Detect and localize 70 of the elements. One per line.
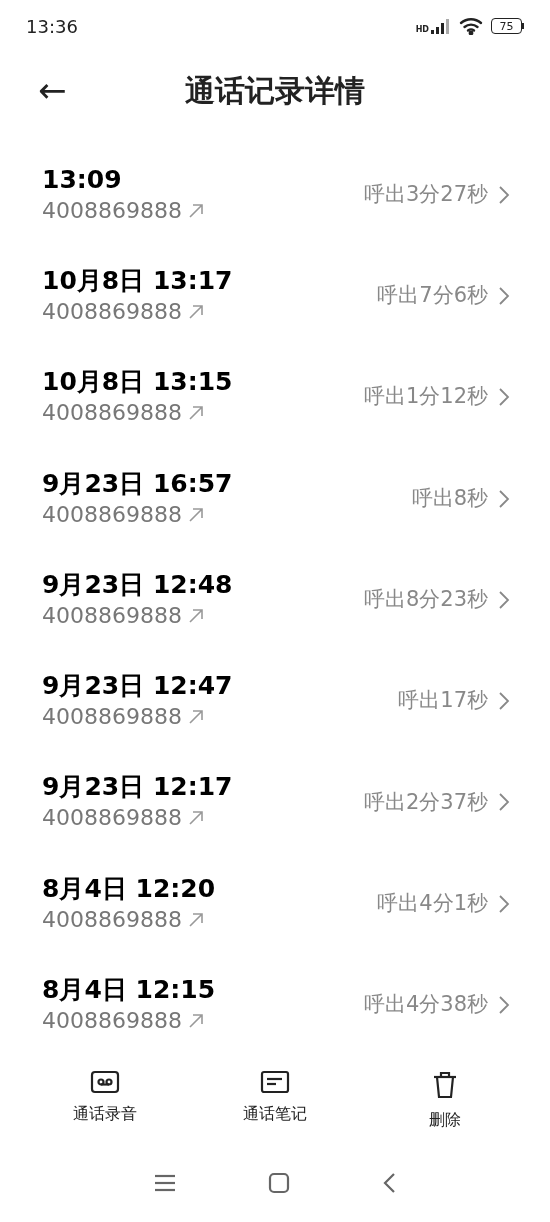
call-time: 8月4日 12:15 [42,974,216,1006]
chevron-right-icon [498,792,510,813]
call-time: 10月8日 13:15 [42,366,233,399]
call-record-item[interactable]: 9月23日 12:47 4008869888 呼出17秒 [0,650,550,752]
outgoing-arrow-icon [188,1013,204,1029]
phone-number: 4008869888 [42,1007,182,1035]
call-time: 9月23日 12:47 [42,670,233,703]
call-duration: 呼出1分12秒 [363,383,488,411]
wifi-icon [459,17,483,35]
call-time: 13:09 [42,163,123,196]
call-time: 9月23日 16:57 [42,467,233,500]
chevron-right-icon [498,589,510,610]
call-duration: 呼出8秒 [411,484,488,512]
outgoing-arrow-icon [188,810,204,827]
menu-icon[interactable] [154,1172,176,1193]
phone-number: 4008869888 [42,703,182,732]
back-icon[interactable] [382,1171,396,1194]
phone-number: 4008869888 [42,196,182,225]
outgoing-arrow-icon [188,911,204,928]
call-record-item[interactable]: 8月4日 12:15 4008869888 呼出4分38秒 [0,954,550,1056]
note-icon [260,1069,290,1094]
cassette-icon [90,1069,120,1094]
call-time: 10月8日 13:17 [42,264,233,297]
call-duration: 呼出2分37秒 [363,788,488,816]
phone-number: 4008869888 [42,500,182,529]
signal-icon [431,18,451,34]
call-time: 9月23日 12:48 [42,568,233,601]
call-time: 9月23日 12:17 [42,771,233,804]
phone-number: 4008869888 [42,804,182,833]
phone-number: 4008869888 [42,601,182,630]
chevron-right-icon [498,893,510,914]
call-duration: 呼出7分6秒 [377,282,488,310]
outgoing-arrow-icon [188,405,204,422]
chevron-right-icon [498,691,510,712]
back-button[interactable]: ← [38,73,67,107]
network-label: HD [415,26,429,34]
call-record-item[interactable]: 8月4日 12:20 4008869888 呼出4分1秒 [0,853,550,955]
chevron-right-icon [498,184,510,205]
call-duration: 呼出4分1秒 [377,889,488,917]
outgoing-arrow-icon [188,506,204,523]
trash-icon [432,1069,458,1100]
action-button[interactable]: 通话录音 [35,1069,175,1132]
call-record-item[interactable]: 9月23日 12:48 4008869888 呼出8分23秒 [0,549,550,651]
call-duration: 呼出8分23秒 [363,586,488,614]
outgoing-arrow-icon [188,709,204,726]
phone-number: 4008869888 [42,399,182,428]
chevron-right-icon [498,995,510,1015]
phone-number: 4008869888 [42,905,182,934]
clock: 13:36 [26,14,78,39]
outgoing-arrow-icon [188,607,204,624]
action-button[interactable]: 删除 [375,1069,515,1132]
page-title: 通话记录详情 [185,71,365,110]
home-icon[interactable] [268,1171,290,1194]
call-record-item[interactable]: 9月23日 12:17 4008869888 呼出2分37秒 [0,751,550,854]
battery-indicator: 75 [491,18,524,34]
call-record-item[interactable]: 13:09 4008869888 呼出3分27秒 [0,144,550,246]
outgoing-arrow-icon [188,202,204,219]
call-record-item[interactable]: 10月8日 13:17 4008869888 呼出7分6秒 [0,245,550,347]
chevron-right-icon [498,285,510,306]
call-duration: 呼出17秒 [398,687,488,715]
call-duration: 呼出3分27秒 [363,180,488,208]
phone-number: 4008869888 [42,297,182,326]
outgoing-arrow-icon [188,303,204,320]
call-record-item[interactable]: 9月23日 16:57 4008869888 呼出8秒 [0,447,550,550]
action-button[interactable]: 通话笔记 [205,1069,345,1132]
call-time: 8月4日 12:20 [42,872,216,905]
call-duration: 呼出4分38秒 [363,991,488,1019]
chevron-right-icon [498,488,510,509]
chevron-right-icon [498,387,510,408]
call-record-item[interactable]: 10月8日 13:15 4008869888 呼出1分12秒 [0,346,550,448]
